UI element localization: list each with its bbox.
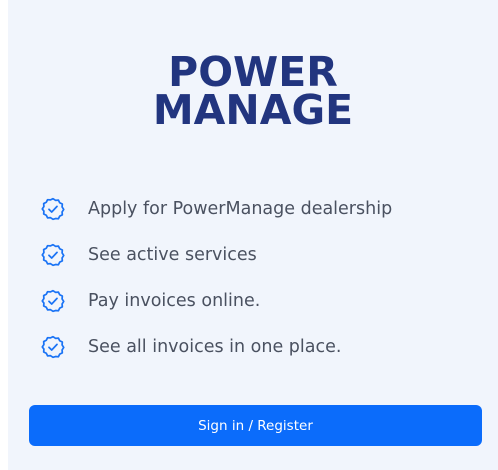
check-badge-icon	[40, 242, 66, 268]
check-badge-icon	[40, 334, 66, 360]
check-badge-icon	[40, 196, 66, 222]
feature-label: See all invoices in one place.	[88, 337, 342, 357]
sign-in-register-button[interactable]: Sign in / Register	[29, 405, 482, 446]
feature-item: Pay invoices online.	[40, 278, 392, 324]
feature-item: Apply for PowerManage dealership	[40, 186, 392, 232]
feature-label: Pay invoices online.	[88, 291, 261, 311]
feature-label: See active services	[88, 245, 257, 265]
feature-list: Apply for PowerManage dealership See act…	[40, 186, 392, 370]
feature-item: See active services	[40, 232, 392, 278]
feature-item: See all invoices in one place.	[40, 324, 392, 370]
feature-label: Apply for PowerManage dealership	[88, 199, 393, 219]
login-card: POWER MANAGE Apply for PowerManage deale…	[8, 0, 498, 470]
brand-logo-line-2: MANAGE	[152, 86, 354, 134]
brand-logo: POWER MANAGE	[8, 52, 498, 134]
check-badge-icon	[40, 288, 66, 314]
